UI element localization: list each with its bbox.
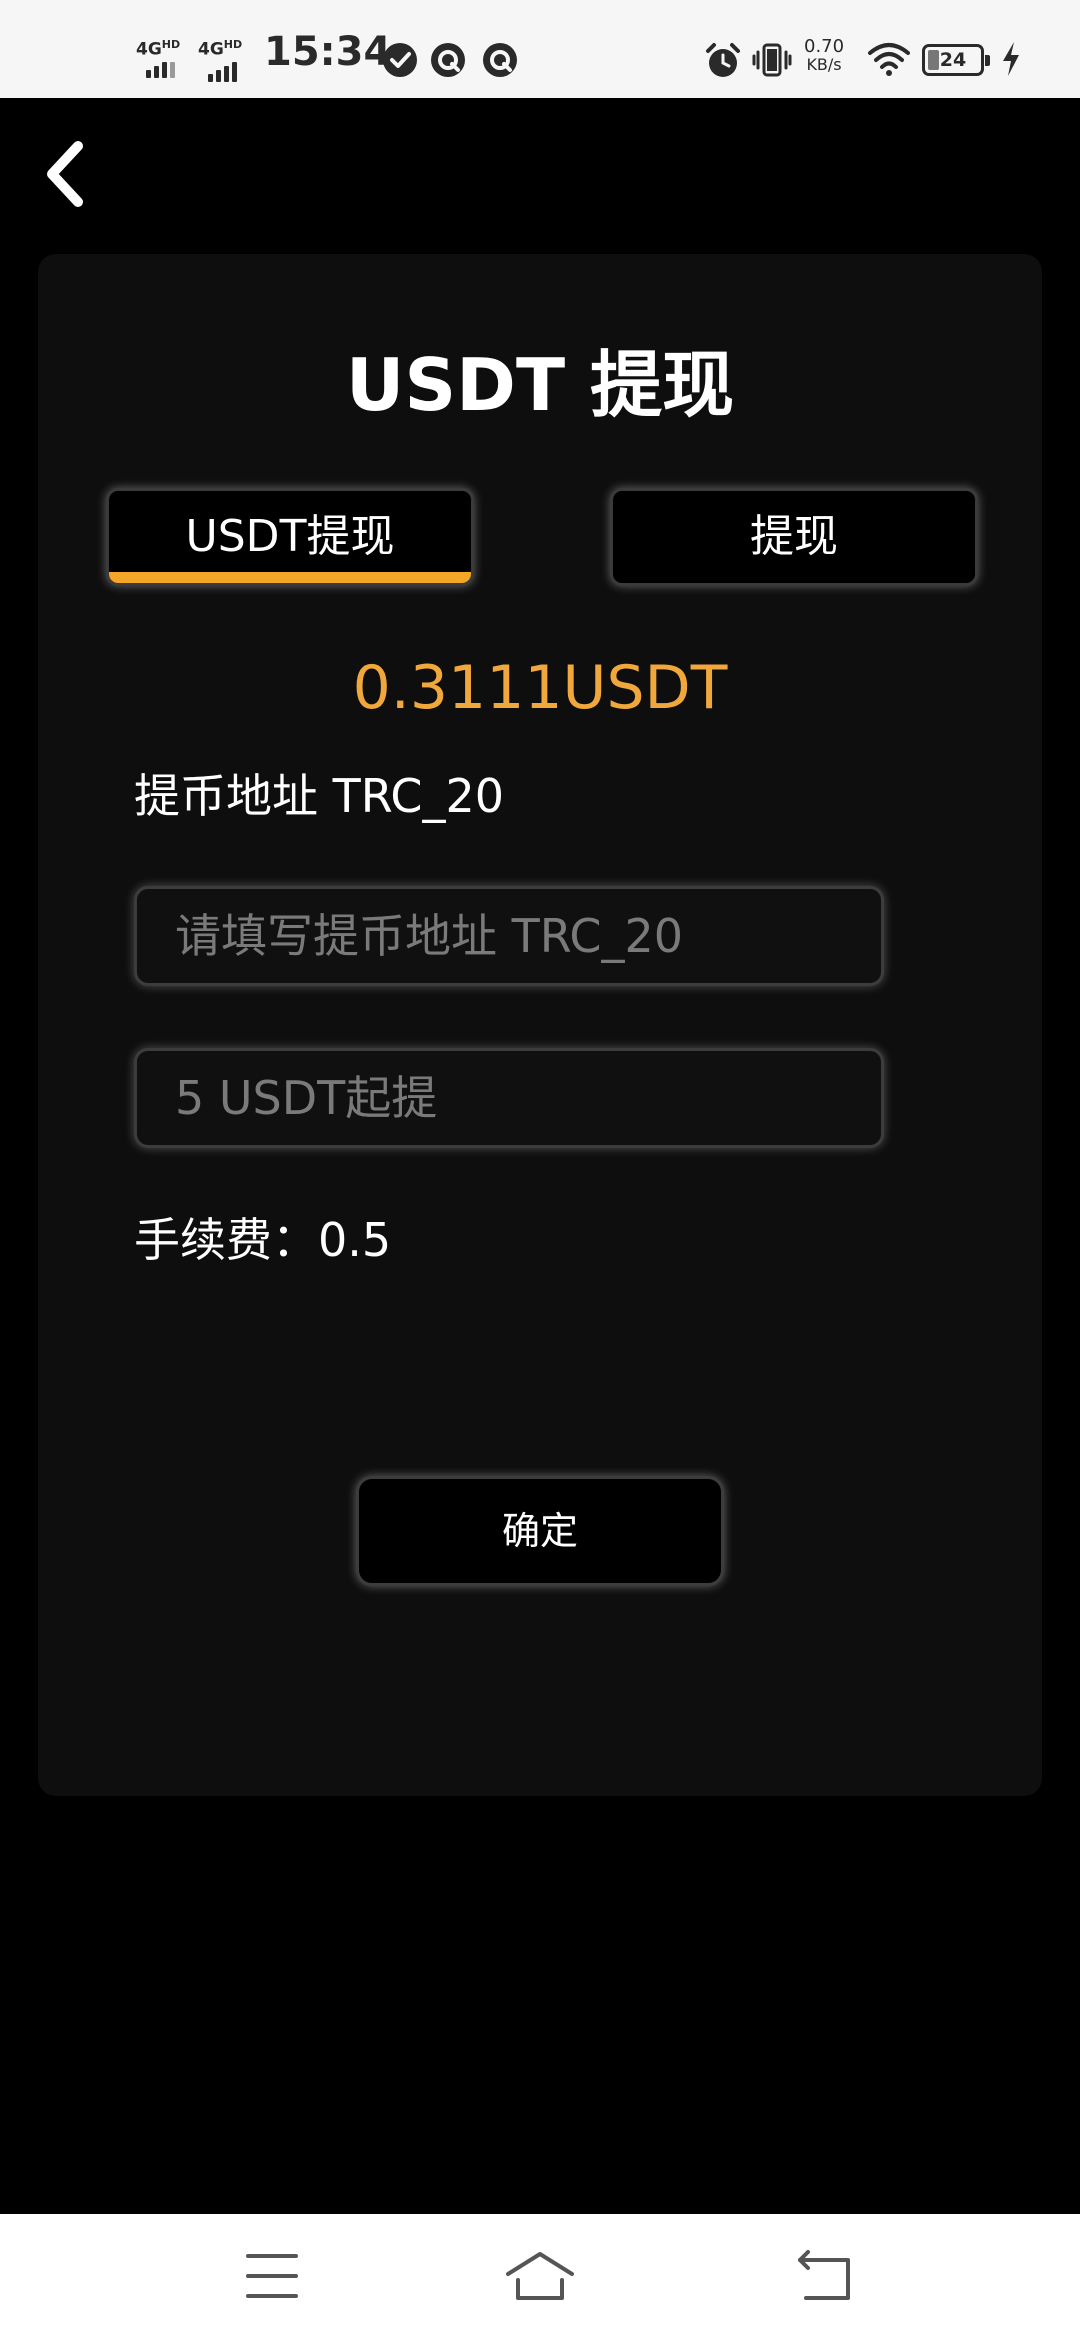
address-label: 提币地址 TRC_20 bbox=[134, 769, 505, 823]
chevron-left-icon bbox=[47, 141, 83, 207]
network-speed-value: 0.70 bbox=[804, 36, 845, 57]
battery-icon: 24 bbox=[922, 44, 990, 76]
sim2-network-type: 4G bbox=[198, 39, 224, 60]
navigation-bar bbox=[0, 2214, 1080, 2340]
clock: 15:34 bbox=[264, 29, 392, 75]
sim1-hd-label: HD bbox=[161, 38, 181, 51]
charging-bolt-icon bbox=[1003, 42, 1019, 76]
home-button[interactable] bbox=[500, 2244, 580, 2308]
network-speed: 0.70 KB/s bbox=[804, 38, 844, 74]
usdt-balance: 0.3111USDT bbox=[352, 653, 728, 723]
sim1-network-type: 4G bbox=[136, 39, 162, 60]
tab-withdraw[interactable]: 提现 bbox=[610, 488, 978, 586]
page-title: USDT 提现 bbox=[345, 343, 735, 427]
battery-level: 24 bbox=[939, 49, 967, 71]
battery-fill bbox=[928, 50, 939, 70]
home-icon bbox=[506, 2252, 574, 2300]
sim1-signal: 4GHD bbox=[136, 36, 180, 78]
fee-text: 手续费：0.5 bbox=[134, 1213, 392, 1267]
menu-button[interactable] bbox=[232, 2244, 312, 2308]
q-app-icon bbox=[483, 43, 517, 77]
back-icon bbox=[798, 2250, 850, 2300]
back-button[interactable] bbox=[36, 136, 96, 212]
confirm-button[interactable]: 确定 bbox=[356, 1476, 724, 1586]
network-speed-unit: KB/s bbox=[806, 55, 842, 74]
status-bar: 4GHD 4GHD 15:34 0.70 KB/s 24 bbox=[0, 0, 1080, 98]
q-app-icon bbox=[431, 43, 465, 77]
wifi-icon bbox=[868, 43, 910, 76]
alarm-icon bbox=[706, 43, 740, 77]
vibrate-icon bbox=[752, 43, 792, 77]
sim2-hd-label: HD bbox=[223, 38, 243, 51]
sim2-signal: 4GHD bbox=[198, 36, 242, 82]
menu-icon bbox=[246, 2254, 298, 2298]
address-input[interactable] bbox=[134, 886, 884, 986]
check-circle-icon bbox=[383, 43, 417, 77]
system-back-button[interactable] bbox=[784, 2244, 864, 2308]
tab-usdt-withdraw[interactable]: USDT提现 bbox=[106, 488, 474, 586]
amount-input[interactable] bbox=[134, 1048, 884, 1148]
